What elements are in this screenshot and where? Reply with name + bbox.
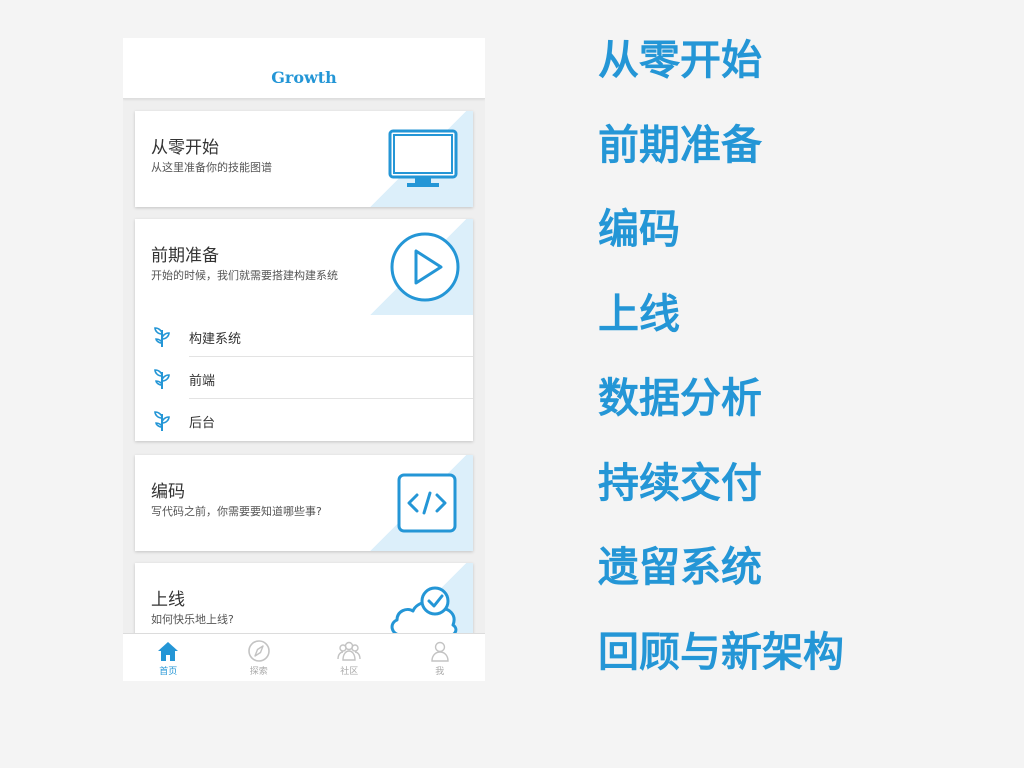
people-icon — [337, 640, 361, 662]
card-preparation[interactable]: 前期准备 开始的时候，我们就需要搭建构建系统 构建系统 前端 后台 — [135, 219, 473, 441]
subitem-label: 后台 — [189, 416, 216, 431]
card-title: 从零开始 — [151, 138, 219, 158]
subitem-list: 构建系统 前端 后台 — [135, 315, 473, 441]
cloud-check-icon — [385, 583, 461, 633]
card-title: 前期准备 — [151, 246, 219, 266]
subitem-label: 前端 — [189, 374, 216, 389]
card-subtitle: 从这里准备你的技能图谱 — [151, 161, 272, 174]
subitem-backend[interactable]: 后台 — [135, 399, 473, 441]
sprout-icon — [151, 408, 173, 432]
subitem-build-system[interactable]: 构建系统 — [135, 315, 473, 357]
card-title: 编码 — [151, 482, 185, 502]
tab-label: 首页 — [159, 667, 178, 677]
card-coding[interactable]: 编码 写代码之前，你需要要知道哪些事? — [135, 455, 473, 551]
outline-item: 持续交付 — [598, 458, 762, 507]
outline-item: 编码 — [598, 205, 680, 253]
outline-item: 上线 — [598, 289, 680, 338]
app-title: Growth — [271, 68, 337, 87]
outline-item: 从零开始 — [598, 36, 762, 84]
tab-label: 探索 — [249, 667, 268, 677]
home-icon — [156, 640, 180, 662]
tab-label: 社区 — [340, 667, 359, 677]
phone-screen: Growth 从零开始 从这里准备你的技能图谱 前期准备 开始的时候，我们就需要… — [123, 38, 485, 681]
tab-explore[interactable]: 探索 — [214, 634, 305, 681]
card-subtitle: 开始的时候，我们就需要搭建构建系统 — [151, 269, 338, 282]
subitem-label: 构建系统 — [189, 332, 242, 347]
bottom-tab-bar: 首页 探索 社区 我 — [123, 633, 485, 681]
card-subtitle: 如何快乐地上线? — [151, 613, 234, 626]
outline-item: 数据分析 — [598, 374, 762, 422]
person-icon — [428, 640, 452, 662]
compass-icon — [247, 640, 271, 662]
tab-home[interactable]: 首页 — [123, 634, 214, 681]
card-feed[interactable]: 从零开始 从这里准备你的技能图谱 前期准备 开始的时候，我们就需要搭建构建系统 — [123, 99, 485, 633]
outline-item: 回顾与新架构 — [598, 627, 844, 676]
tab-community[interactable]: 社区 — [304, 634, 395, 681]
card-go-live[interactable]: 上线 如何快乐地上线? — [135, 563, 473, 633]
card-title: 上线 — [151, 590, 185, 610]
subitem-frontend[interactable]: 前端 — [135, 357, 473, 399]
card-subtitle: 写代码之前，你需要要知道哪些事? — [151, 505, 322, 518]
sprout-icon — [151, 366, 173, 390]
outline-item: 前期准备 — [598, 120, 762, 169]
sprout-icon — [151, 324, 173, 348]
chapter-outline: 从零开始 前期准备 编码 上线 数据分析 持续交付 遗留系统 回顾与新架构 — [598, 32, 844, 708]
tab-label: 我 — [435, 667, 445, 677]
code-icon — [385, 473, 461, 537]
play-circle-icon — [385, 231, 461, 302]
app-bar: Growth — [123, 38, 485, 99]
monitor-icon — [385, 127, 461, 191]
card-start-from-zero[interactable]: 从零开始 从这里准备你的技能图谱 — [135, 111, 473, 207]
tab-me[interactable]: 我 — [395, 634, 486, 681]
outline-item: 遗留系统 — [598, 543, 762, 591]
